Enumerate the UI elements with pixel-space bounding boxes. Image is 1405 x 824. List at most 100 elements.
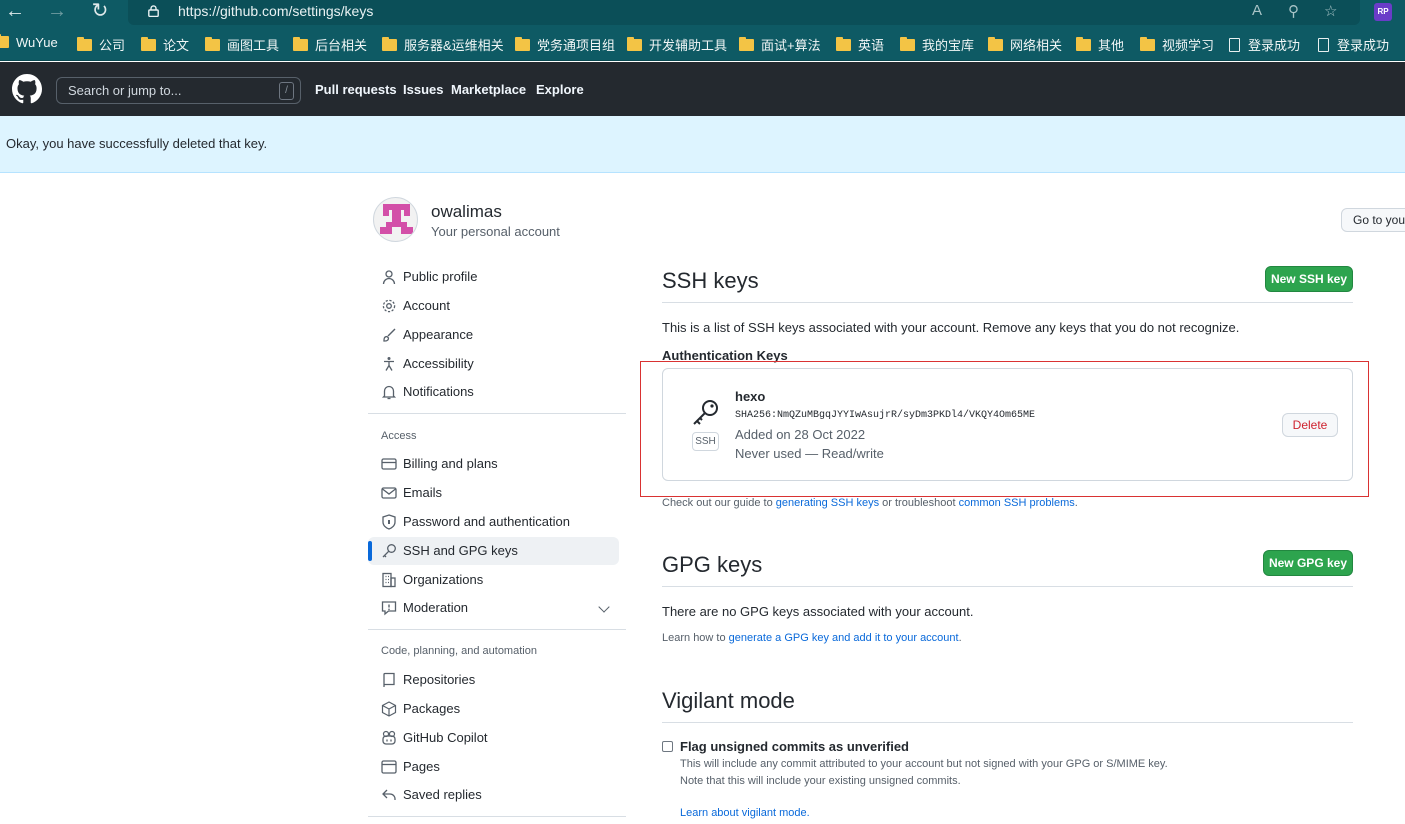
repo-icon <box>383 672 395 687</box>
sidebar-item-public-profile[interactable]: Public profile <box>368 263 619 291</box>
search-input[interactable]: Search or jump to... / <box>56 77 301 104</box>
bookmark-item[interactable]: 网络相关 <box>988 35 1062 53</box>
copilot-icon <box>382 730 396 745</box>
section-divider <box>662 586 1353 587</box>
sidebar-item-saved-replies[interactable]: Saved replies <box>368 781 619 809</box>
read-aloud-icon[interactable]: A <box>1252 2 1262 19</box>
goto-profile-button[interactable]: Go to your personal profile <box>1341 208 1405 232</box>
sidebar-item-repositories[interactable]: Repositories <box>368 666 619 694</box>
bookmark-item[interactable]: 画图工具 <box>205 35 279 53</box>
folder-icon <box>293 37 308 51</box>
github-header: Search or jump to... / Pull requests Iss… <box>0 62 1405 116</box>
sidebar-item-password[interactable]: Password and authentication <box>368 508 619 536</box>
bookmark-item[interactable]: 登录成功 <box>1318 35 1389 53</box>
sidebar-item-appearance[interactable]: Appearance <box>368 321 619 349</box>
ssh-guide-text: Check out our guide to generating SSH ke… <box>662 497 1078 509</box>
slash-shortcut-badge: / <box>279 82 294 100</box>
sidebar-heading-code: Code, planning, and automation <box>381 645 537 657</box>
paintbrush-icon <box>383 328 396 342</box>
url-text: https://github.com/settings/keys <box>178 3 374 19</box>
bookmark-item[interactable]: 公司 <box>77 35 125 53</box>
bookmark-item[interactable]: 面试+算法 <box>739 35 821 53</box>
sidebar-item-accessibility[interactable]: Accessibility <box>368 350 619 378</box>
folder-icon <box>205 37 220 51</box>
sidebar-divider <box>368 629 626 630</box>
folder-icon <box>382 37 397 51</box>
sidebar-item-packages[interactable]: Packages <box>368 695 619 723</box>
sidebar-item-account[interactable]: Account <box>368 292 619 320</box>
favorites-icon[interactable]: ☆ <box>1324 2 1337 20</box>
gpg-keys-title: GPG keys <box>662 552 763 577</box>
section-divider <box>662 302 1353 303</box>
vigilant-mode-checkbox[interactable] <box>662 741 673 752</box>
bookmark-item[interactable]: 党务通项目组 <box>515 35 615 53</box>
sidebar-divider <box>368 816 626 817</box>
gpg-empty-message: There are no GPG keys associated with yo… <box>662 604 974 619</box>
ssh-keys-title: SSH keys <box>662 268 759 293</box>
generate-gpg-key-link[interactable]: generate a GPG key and add it to your ac… <box>729 632 959 644</box>
vigilant-description-2: Note that this will include your existin… <box>680 775 961 787</box>
zoom-icon[interactable]: ⚲ <box>1288 2 1299 20</box>
generating-ssh-keys-link[interactable]: generating SSH keys <box>776 497 879 509</box>
bookmark-item[interactable]: 登录成功 <box>1229 35 1300 53</box>
section-divider <box>662 722 1353 723</box>
profile-username[interactable]: owalimas <box>431 202 502 222</box>
sidebar-item-pages[interactable]: Pages <box>368 753 619 781</box>
bookmark-item[interactable]: 英语 <box>836 35 884 53</box>
shield-lock-icon <box>382 514 396 530</box>
forward-arrow-icon[interactable]: → <box>42 0 72 24</box>
back-arrow-icon[interactable]: ← <box>0 0 30 24</box>
browser-toolbar: ← → ↻ https://github.com/settings/keys A… <box>0 0 1405 27</box>
bookmark-item[interactable]: 视频学习 <box>1140 35 1214 53</box>
report-icon <box>381 601 397 616</box>
sidebar-item-ssh-gpg-keys[interactable]: SSH and GPG keys <box>368 537 619 565</box>
bookmark-item[interactable]: 我的宝库 <box>900 35 974 53</box>
address-bar[interactable]: https://github.com/settings/keys A ⚲ ☆ <box>128 0 1360 25</box>
folder-icon <box>1076 37 1091 51</box>
browser-profile-avatar[interactable]: RP <box>1374 3 1392 21</box>
bookmark-item[interactable]: 后台相关 <box>293 35 367 53</box>
common-ssh-problems-link[interactable]: common SSH problems <box>959 497 1075 509</box>
key-icon <box>382 544 396 558</box>
identicon-icon <box>380 204 413 234</box>
sidebar-item-billing[interactable]: Billing and plans <box>368 450 619 478</box>
github-logo-icon[interactable] <box>12 74 42 104</box>
sidebar-item-organizations[interactable]: Organizations <box>368 566 619 594</box>
bookmark-item[interactable]: 开发辅助工具 <box>627 35 727 53</box>
sidebar-item-moderation[interactable]: Moderation <box>368 594 619 622</box>
vigilant-description-1: This will include any commit attributed … <box>680 758 1168 770</box>
nav-pull-requests[interactable]: Pull requests <box>315 82 397 97</box>
bookmark-item[interactable]: 服务器&运维相关 <box>382 35 504 53</box>
folder-icon <box>739 37 754 51</box>
new-ssh-key-button[interactable]: New SSH key <box>1265 266 1353 292</box>
sidebar-item-notifications[interactable]: Notifications <box>368 378 619 406</box>
sidebar-item-emails[interactable]: Emails <box>368 479 619 507</box>
folder-icon <box>77 37 92 51</box>
folder-icon <box>836 37 851 51</box>
vigilant-checkbox-label[interactable]: Flag unsigned commits as unverified <box>680 739 909 754</box>
new-gpg-key-button[interactable]: New GPG key <box>1263 550 1353 576</box>
profile-subtitle: Your personal account <box>431 224 560 239</box>
ssh-description: This is a list of SSH keys associated wi… <box>662 320 1240 335</box>
reload-icon[interactable]: ↻ <box>85 0 115 24</box>
nav-issues[interactable]: Issues <box>403 82 443 97</box>
learn-vigilant-mode-link[interactable]: Learn about vigilant mode. <box>680 807 810 819</box>
flash-notice: Okay, you have successfully deleted that… <box>0 116 1405 173</box>
sidebar-heading-access: Access <box>381 430 417 442</box>
bookmark-item[interactable]: WuYue <box>0 34 58 53</box>
browser-icon <box>381 760 397 774</box>
sidebar-item-copilot[interactable]: GitHub Copilot <box>368 724 619 752</box>
bookmarks-bar: WuYue 公司 论文 画图工具 后台相关 服务器&运维相关 党务通项目组 开发… <box>0 27 1405 61</box>
avatar[interactable] <box>373 197 418 242</box>
credit-card-icon <box>381 458 397 470</box>
gear-icon <box>382 299 396 313</box>
package-icon <box>381 701 397 717</box>
bookmark-item[interactable]: 论文 <box>141 35 189 53</box>
nav-explore[interactable]: Explore <box>536 82 584 97</box>
bell-icon <box>381 385 397 400</box>
bookmark-item[interactable]: 其他 <box>1076 35 1124 53</box>
reply-icon <box>382 789 396 800</box>
folder-icon <box>141 37 156 51</box>
vigilant-mode-title: Vigilant mode <box>662 688 795 713</box>
nav-marketplace[interactable]: Marketplace <box>451 82 526 97</box>
